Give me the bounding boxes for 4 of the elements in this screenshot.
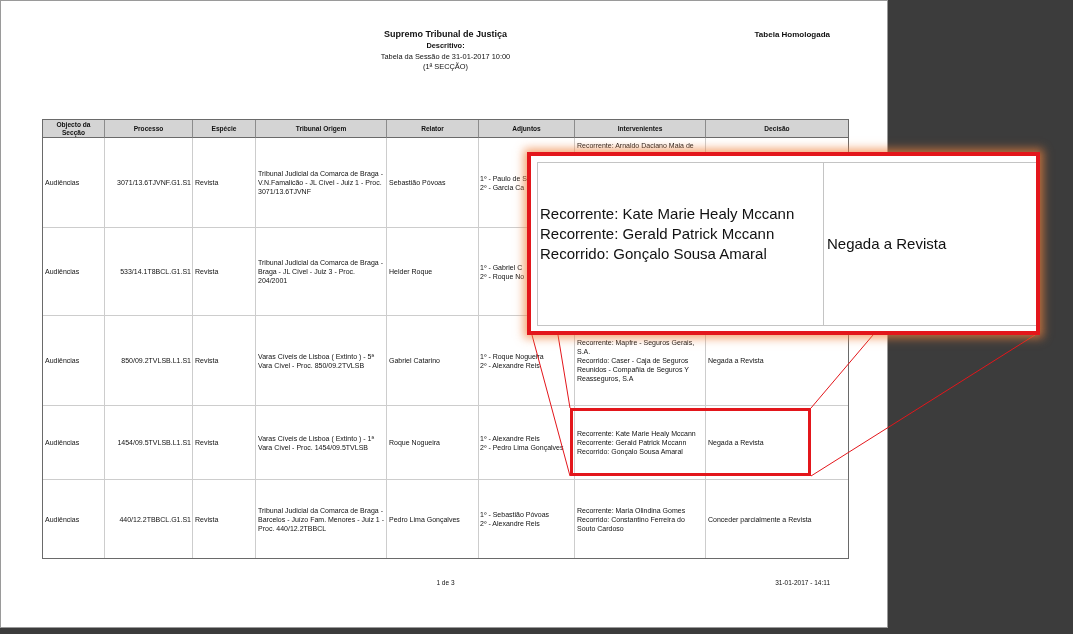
- magnified-cell: Negada a Revista: [823, 162, 1036, 326]
- status-label: Tabela Homologada: [754, 29, 830, 40]
- report-title: Supremo Tribunal de Justiça: [384, 29, 507, 40]
- magnified-cell: Recorrente: Kate Marie Healy Mccann Recorrente: Gerald Patrick Mccann Recorrido: Gonçalo Sousa Amaral: [537, 162, 823, 326]
